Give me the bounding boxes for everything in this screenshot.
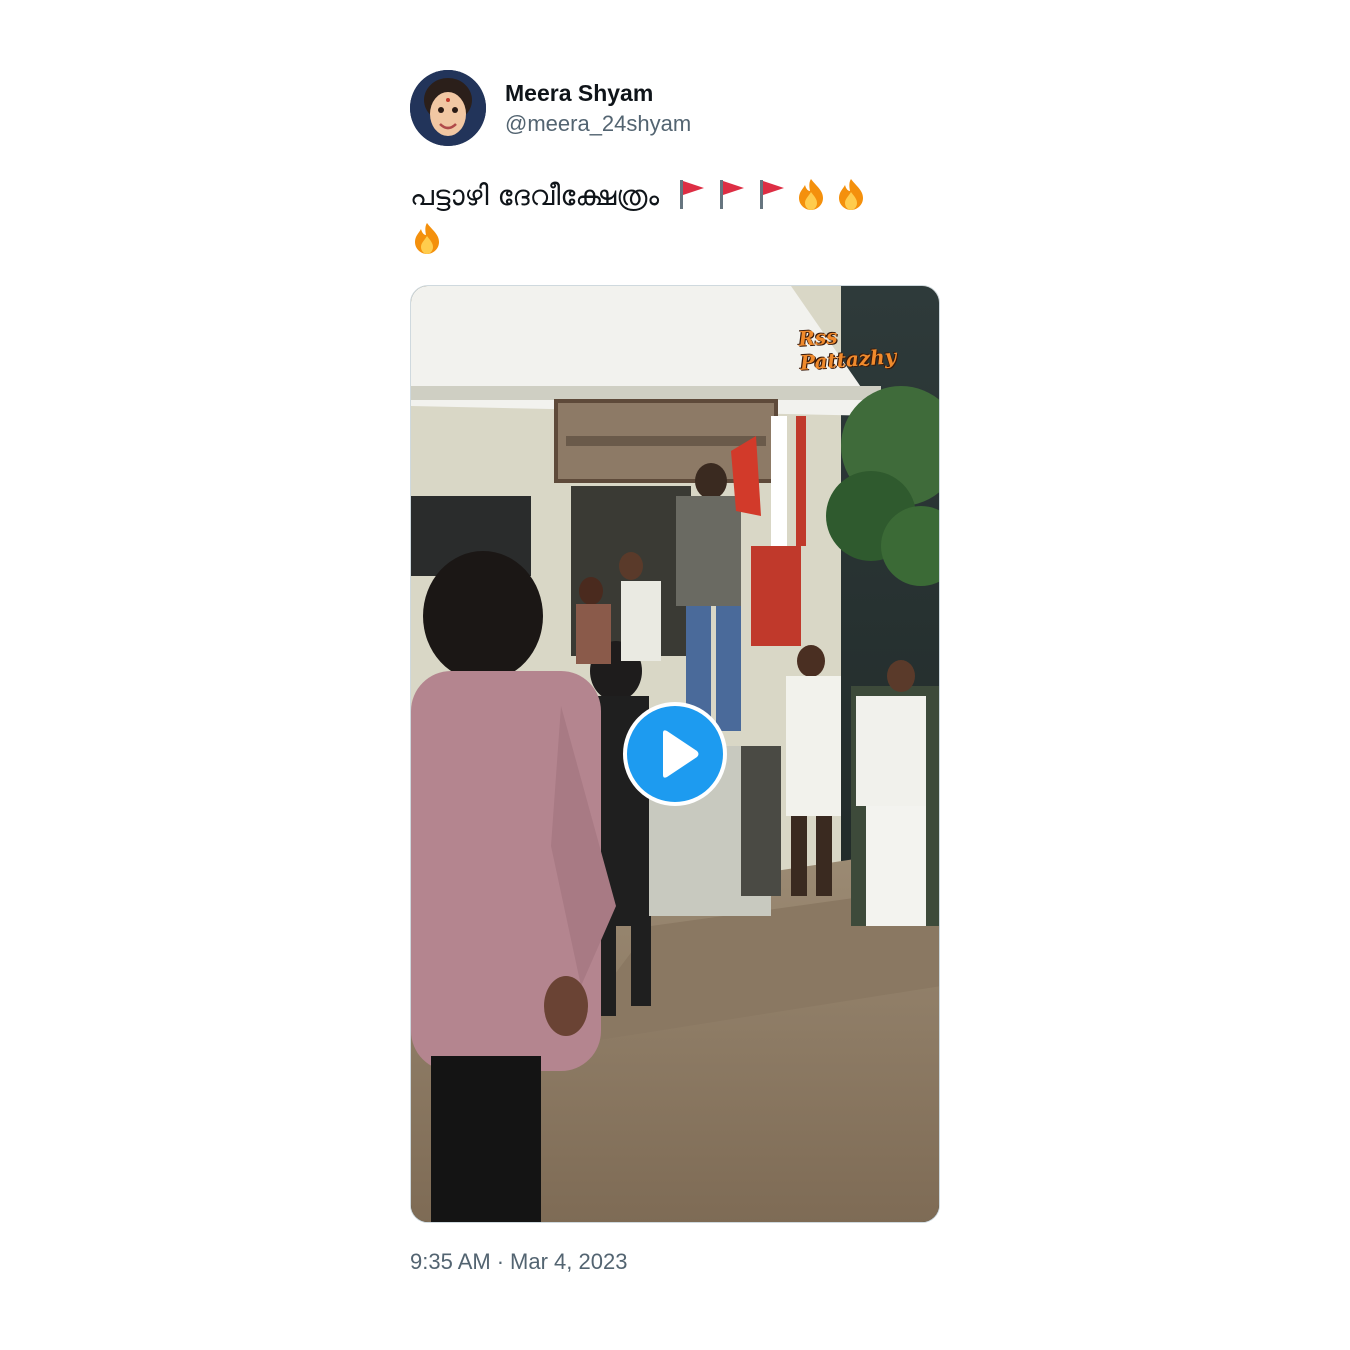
tweet-text: പട്ടാഴി ദേവീക്ഷേത്രം bbox=[410, 174, 930, 262]
triangular-flag-icon bbox=[680, 180, 705, 209]
timestamp-separator: · bbox=[496, 1249, 505, 1274]
triangular-flag-icon bbox=[720, 180, 745, 209]
fire-icon bbox=[839, 179, 864, 210]
fire-icon bbox=[415, 223, 439, 254]
tweet-date: Mar 4, 2023 bbox=[510, 1249, 628, 1274]
avatar[interactable] bbox=[410, 70, 486, 146]
display-name[interactable]: Meera Shyam bbox=[505, 79, 691, 107]
video-player[interactable]: Rss Pattazhy bbox=[410, 285, 940, 1223]
play-icon bbox=[663, 730, 699, 778]
play-button[interactable] bbox=[623, 702, 727, 806]
avatar-image bbox=[410, 70, 486, 146]
tweet-timestamp[interactable]: 9:35 AM · Mar 4, 2023 bbox=[410, 1248, 627, 1276]
user-handle[interactable]: @meera_24shyam bbox=[505, 110, 691, 138]
tweet-text-body: പട്ടാഴി ദേവീക്ഷേത്രം bbox=[410, 179, 660, 212]
author-names: Meera Shyam @meera_24shyam bbox=[505, 79, 691, 138]
tweet-header: Meera Shyam @meera_24shyam bbox=[410, 70, 940, 146]
tweet-card: Meera Shyam @meera_24shyam പട്ടാഴി ദേവീക… bbox=[410, 70, 940, 1274]
fire-icon bbox=[799, 179, 824, 210]
triangular-flag-icon bbox=[760, 180, 785, 209]
video-watermark: Rss Pattazhy bbox=[797, 324, 898, 375]
tweet-time: 9:35 AM bbox=[410, 1249, 491, 1274]
